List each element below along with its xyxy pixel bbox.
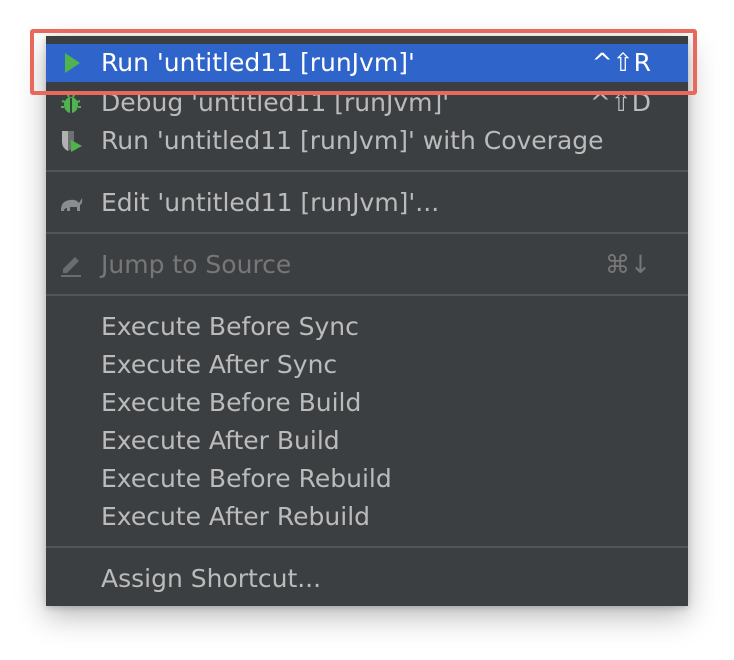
menu-item-label: Edit 'untitled11 [runJvm]'... — [101, 188, 440, 217]
menu-separator — [46, 546, 688, 548]
menu-item-label: Execute After Build — [101, 426, 340, 455]
menu-item-run[interactable]: Run 'untitled11 [runJvm]' ^⇧R — [46, 44, 688, 82]
menu-item-edit-configuration[interactable]: Edit 'untitled11 [runJvm]'... — [46, 184, 688, 222]
menu-item-label: Run 'untitled11 [runJvm]' — [101, 48, 415, 77]
screen: Run 'untitled11 [runJvm]' ^⇧R Debug 'unt… — [0, 0, 734, 660]
menu-item-label: Execute After Rebuild — [101, 502, 371, 531]
menu-item-shortcut: ⌘↓ — [605, 250, 651, 279]
menu-item-shortcut: ^⇧D — [589, 88, 651, 117]
menu-item-jump-to-source[interactable]: Jump to Source ⌘↓ — [46, 246, 688, 284]
menu-item-shortcut: ^⇧R — [591, 48, 651, 77]
menu-item-execute-before-build[interactable]: Execute Before Build — [46, 384, 688, 422]
run-icon — [65, 53, 80, 73]
menu-item-label: Execute Before Build — [101, 388, 362, 417]
menu-item-label: Execute After Sync — [101, 350, 338, 379]
menu-item-execute-before-sync[interactable]: Execute Before Sync — [46, 308, 688, 346]
menu-item-assign-shortcut[interactable]: Assign Shortcut... — [46, 560, 688, 598]
menu-item-label: Jump to Source — [101, 250, 292, 279]
context-menu: Run 'untitled11 [runJvm]' ^⇧R Debug 'unt… — [46, 36, 688, 606]
menu-item-label: Debug 'untitled11 [runJvm]' — [101, 88, 450, 117]
menu-item-execute-after-build[interactable]: Execute After Build — [46, 422, 688, 460]
debug-icon — [61, 92, 81, 113]
coverage-icon — [62, 131, 82, 152]
gradle-icon — [61, 198, 83, 211]
menu-item-run-with-coverage[interactable]: Run 'untitled11 [runJvm]' with Coverage — [46, 122, 688, 160]
edit-pencil-icon — [61, 257, 81, 277]
menu-item-label: Assign Shortcut... — [101, 564, 322, 593]
menu-item-execute-after-rebuild[interactable]: Execute After Rebuild — [46, 498, 688, 536]
menu-item-label: Run 'untitled11 [runJvm]' with Coverage — [101, 126, 604, 155]
menu-separator — [46, 232, 688, 234]
menu-item-execute-after-sync[interactable]: Execute After Sync — [46, 346, 688, 384]
menu-separator — [46, 170, 688, 172]
menu-item-label: Execute Before Sync — [101, 312, 359, 341]
menu-item-debug[interactable]: Debug 'untitled11 [runJvm]' ^⇧D — [46, 84, 688, 122]
menu-item-label: Execute Before Rebuild — [101, 464, 392, 493]
menu-separator — [46, 294, 688, 296]
menu-item-execute-before-rebuild[interactable]: Execute Before Rebuild — [46, 460, 688, 498]
